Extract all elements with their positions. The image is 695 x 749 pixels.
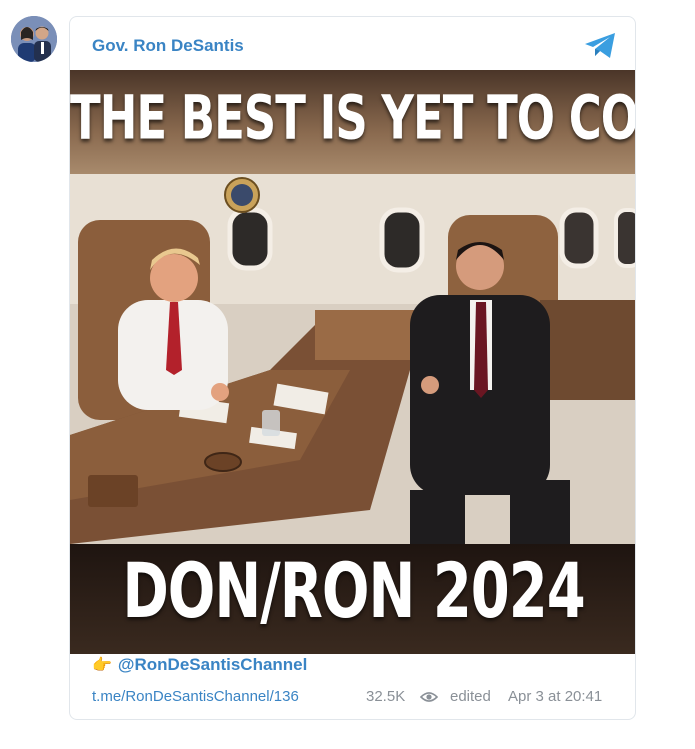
bottom-caption: DON/RON 2024 <box>122 548 585 636</box>
top-caption: THE BEST IS YET TO COME <box>70 82 636 154</box>
edited-label: edited <box>450 688 491 705</box>
channel-mention: 👉 @RonDeSantisChannel <box>92 655 307 675</box>
post-date[interactable]: Apr 3 at 20:41 <box>508 688 602 705</box>
view-count: 32.5K <box>366 688 406 705</box>
post-card: Gov. Ron DeSantis THE BEST IS YET TO CO … <box>69 16 636 720</box>
channel-link[interactable]: @RonDeSantisChannel <box>118 655 307 674</box>
pointing-hand-icon: 👉 <box>92 657 112 674</box>
eye-icon <box>420 692 438 702</box>
avatar-photo <box>11 16 57 62</box>
author-name[interactable]: Gov. Ron DeSantis <box>92 36 244 56</box>
post-image[interactable]: THE BEST IS YET TO COME DON/RON 2024 <box>70 70 636 654</box>
telegram-icon[interactable] <box>584 32 617 59</box>
avatar[interactable] <box>11 16 57 62</box>
post-link[interactable]: t.me/RonDeSantisChannel/136 <box>92 688 299 705</box>
